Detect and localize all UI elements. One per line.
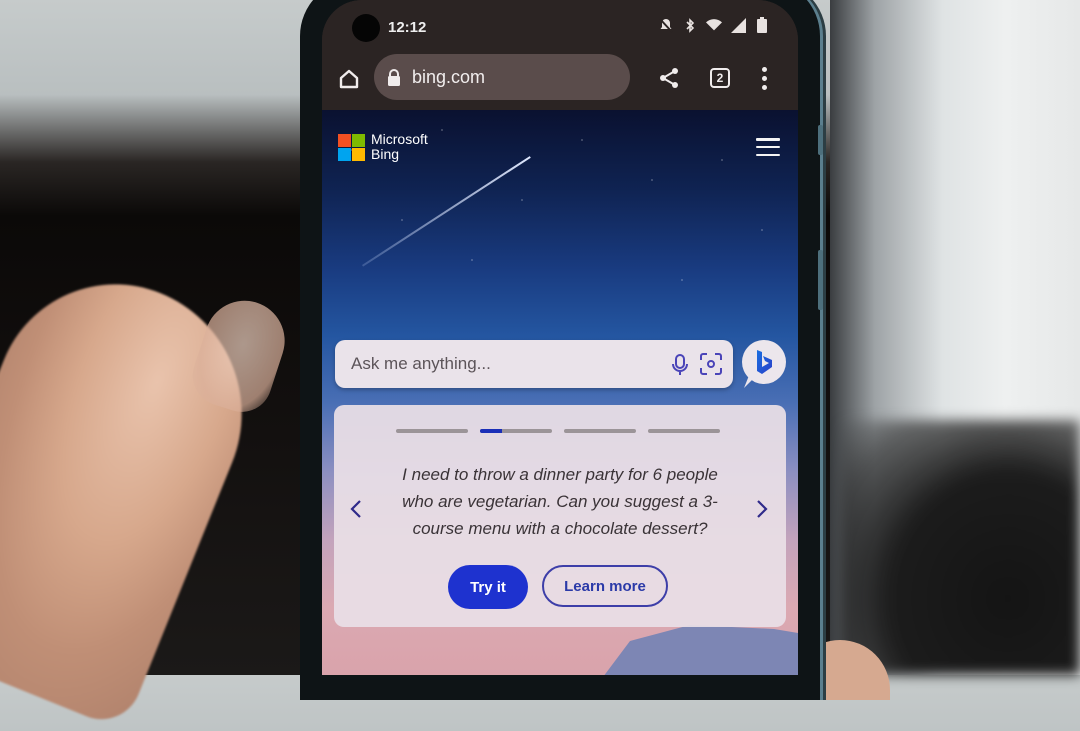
status-time: 12:12 [388,19,427,36]
phone-volume-button [818,250,823,310]
wifi-icon [706,16,722,34]
home-icon [339,69,359,89]
chevron-right-icon [757,500,768,518]
tab-switcher-button[interactable]: 2 [710,68,730,88]
home-button[interactable] [334,64,364,94]
more-vert-icon[interactable] [754,64,774,92]
url-text: bing.com [412,66,486,87]
carousel-progress-segment[interactable] [648,429,720,433]
carousel-progress-segment[interactable] [564,429,636,433]
chevron-left-icon [350,500,361,518]
phone-power-button [818,125,823,155]
microsoft-bing-logo[interactable]: Microsoft Bing [338,132,428,162]
address-bar[interactable]: bing.com [374,54,630,100]
lock-icon [386,68,402,86]
learn-more-button[interactable]: Learn more [542,565,668,607]
visual-search-button[interactable] [699,352,723,376]
prompt-suggestion-text: I need to throw a dinner party for 6 peo… [402,465,718,538]
share-icon [660,68,678,88]
logo-text-bing: Bing [371,146,400,162]
logo-text-microsoft: Microsoft [371,131,428,147]
microphone-icon [672,354,688,375]
background-shadow [840,420,1080,675]
microsoft-logo-icon [338,133,365,161]
battery-icon [754,16,770,34]
microphone-button[interactable] [671,353,689,377]
try-it-button[interactable]: Try it [448,565,528,609]
status-icons [658,16,770,34]
carousel-progress-segment[interactable] [480,429,552,433]
mountain-silhouette [582,625,798,675]
hamburger-menu-icon[interactable] [756,138,780,156]
search-input[interactable] [349,353,653,375]
carousel-next-button[interactable] [752,495,772,523]
bing-chat-button[interactable] [742,340,786,384]
carousel-prev-button[interactable] [346,495,366,523]
carousel-progress-fill [480,429,502,433]
carousel-progress-segment[interactable] [396,429,468,433]
prompt-carousel-card: I need to throw a dinner party for 6 peo… [334,405,786,627]
bing-logo-icon [757,350,772,374]
browser-toolbar: bing.com 2 [322,50,798,110]
status-bar: 12:12 [322,0,798,50]
phone-screen: 12:12 bing.com 2 Microsoft Bing Ask me a… [322,0,798,675]
camera-scan-icon [700,353,722,375]
cell-signal-icon [730,16,746,34]
carousel-progress [396,429,720,433]
front-camera [352,14,380,42]
bluetooth-icon [682,16,698,34]
notifications-muted-icon [658,16,674,34]
bing-homepage: Microsoft Bing I need to [322,110,798,675]
search-box [335,340,733,388]
share-button[interactable] [656,64,682,92]
